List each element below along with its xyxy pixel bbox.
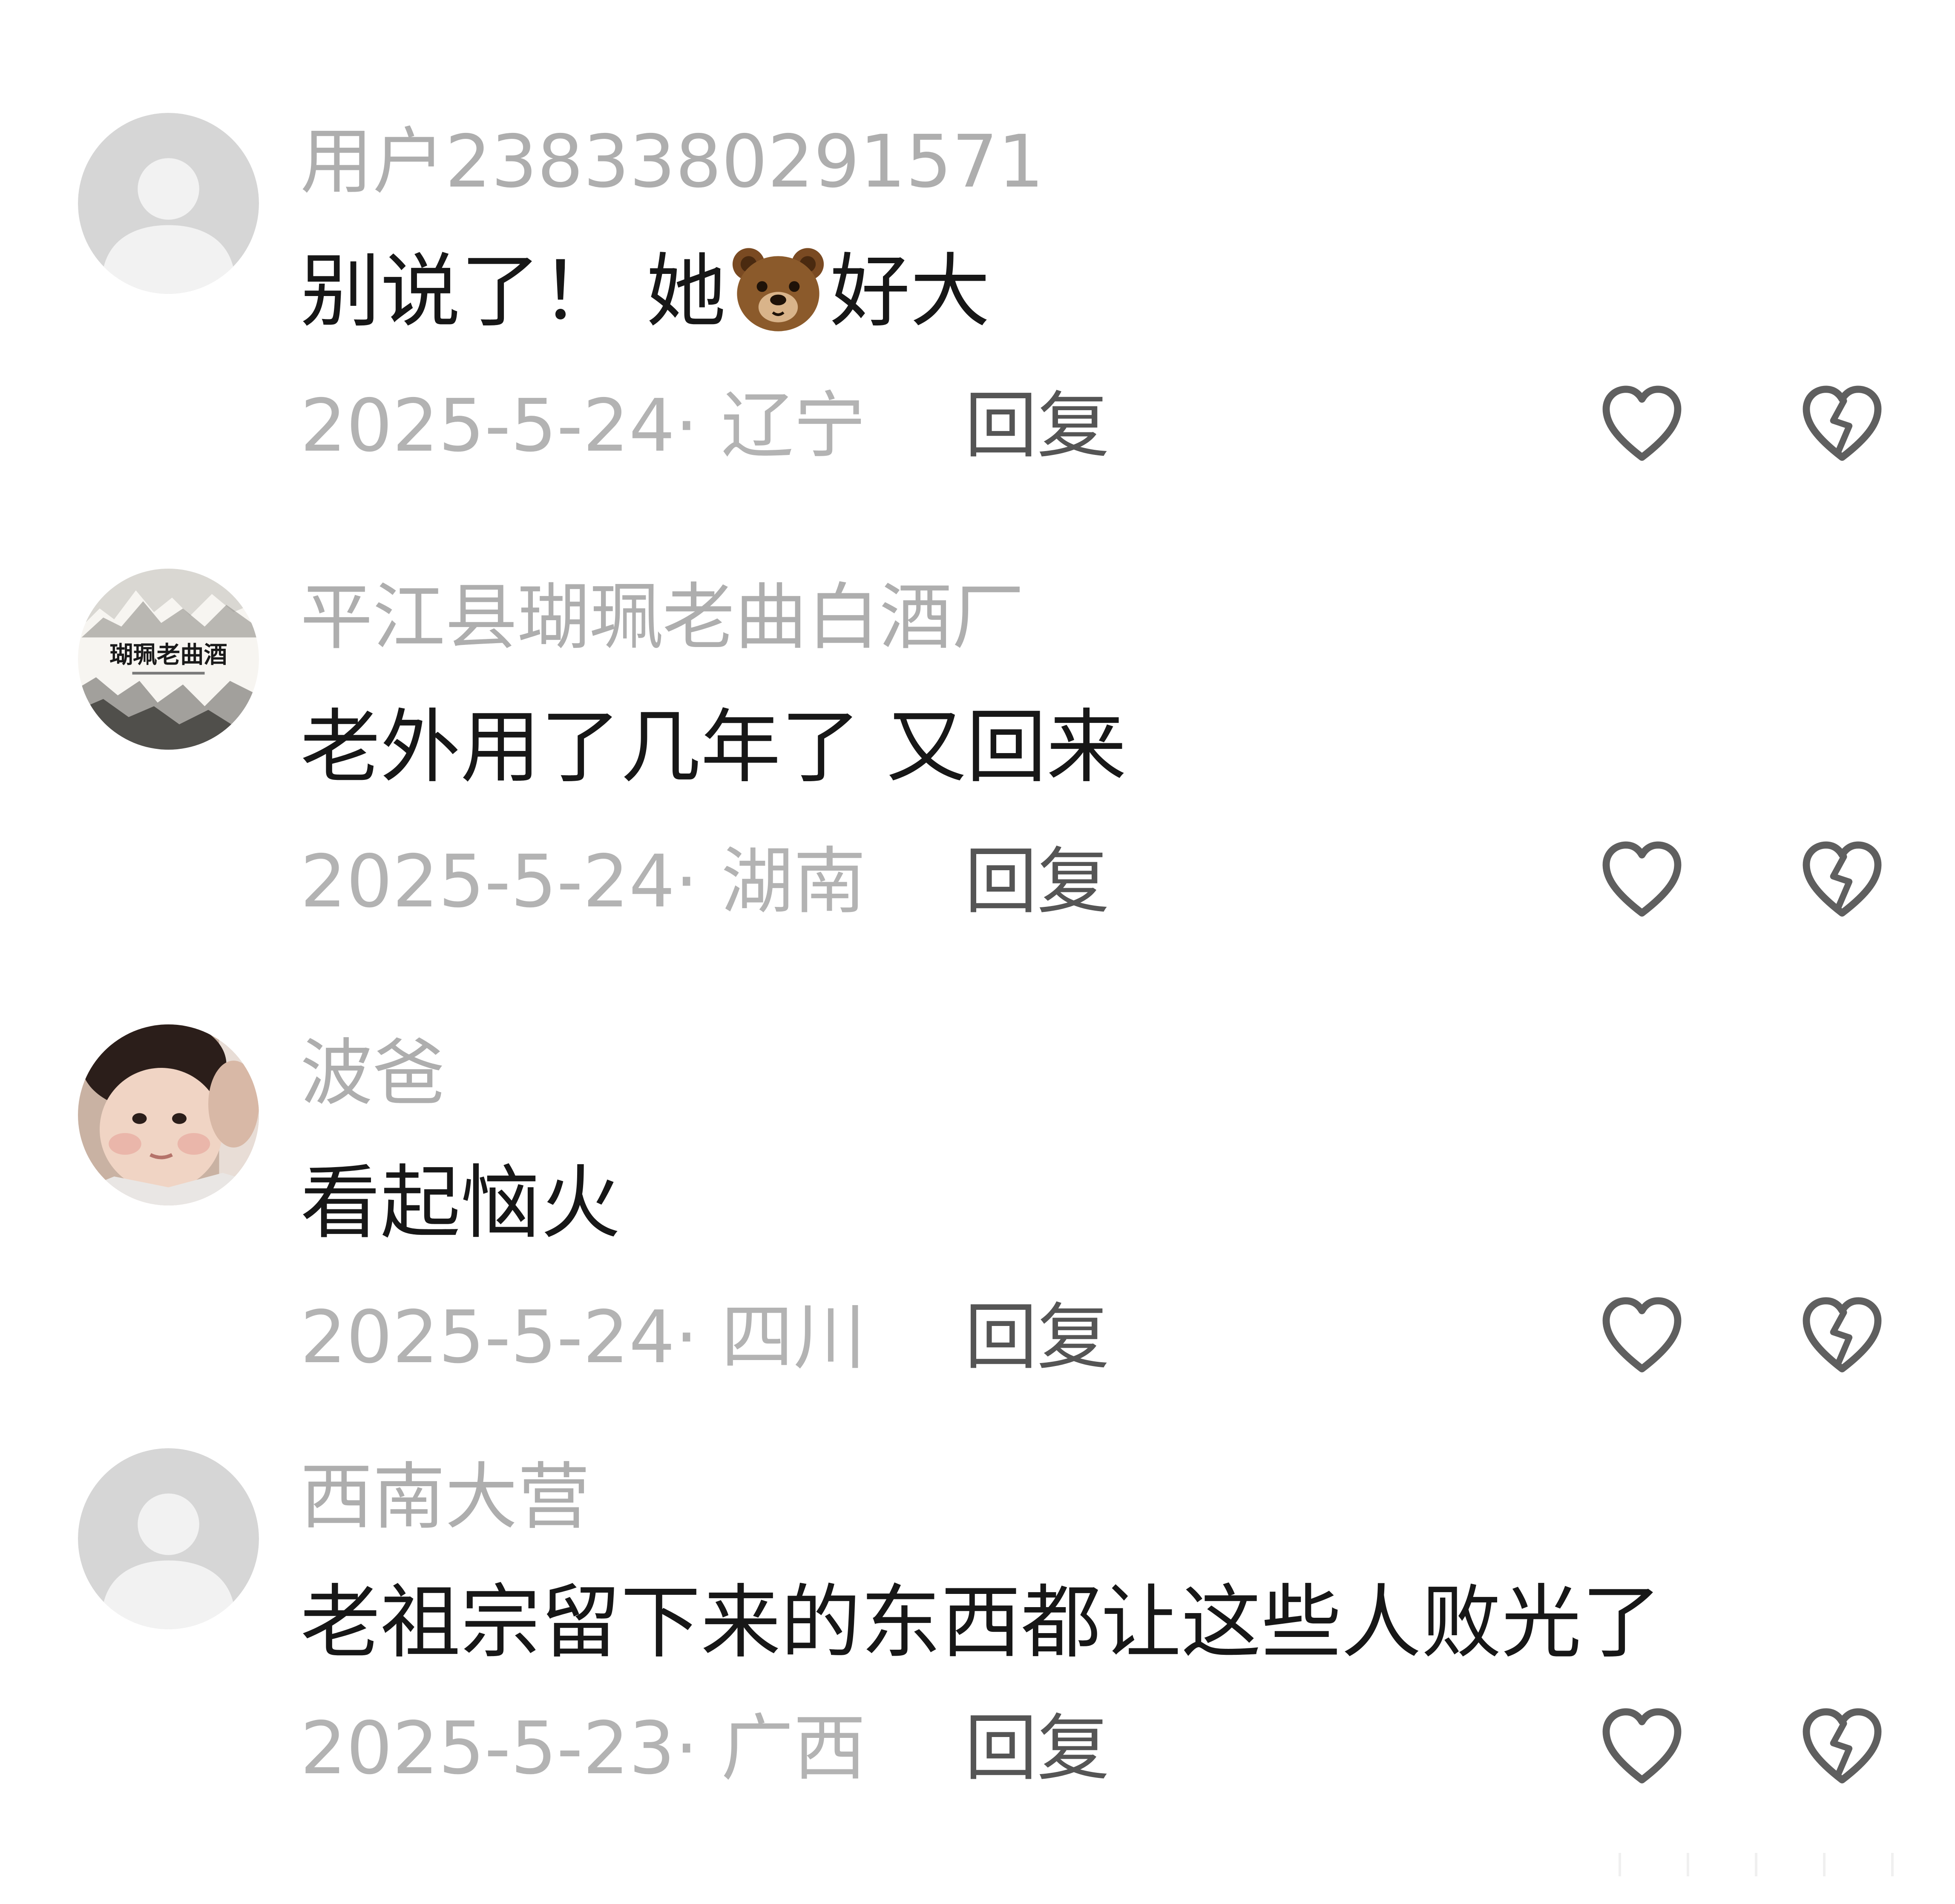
comment-item: 西南大营 老祖宗留下来的东西都让这些人败光了 2025-5-23· 广西 回复 [0,1448,1955,1904]
default-avatar[interactable] [78,113,259,294]
heart-icon [1602,385,1682,461]
like-button[interactable] [1597,1704,1687,1793]
heart-icon [1602,1708,1682,1783]
comment-text-part: 别说了！ 她 [300,245,726,338]
comment-item: 波爸 看起恼火 2025-5-24· 四川 回复 [0,1024,1955,1480]
reply-button[interactable]: 回复 [965,381,1110,471]
like-button[interactable] [1597,837,1687,926]
comment-text-part: 好大 [830,245,990,338]
comment-text: 老祖宗留下来的东西都让这些人败光了 [300,1576,1662,1669]
broken-heart-icon [1803,1297,1882,1372]
comment-item: 用户2383380291571 别说了！ 她 好大 2025-5-24· 辽宁 … [0,113,1955,569]
heart-icon [1602,1297,1682,1372]
username[interactable]: 平江县瑚珮老曲白酒厂 [300,573,1024,662]
username[interactable]: 波爸 [300,1029,445,1118]
shop-logo-avatar[interactable]: 瑚珮老曲酒 [78,569,259,750]
broken-heart-icon [1803,1708,1882,1783]
heart-icon [1602,841,1682,917]
ink-landscape-logo: 瑚珮老曲酒 [78,569,259,750]
reply-button[interactable]: 回复 [965,1704,1110,1793]
comment-meta: 2025-5-23· 广西 回复 [300,1704,1882,1793]
date-location: 2025-5-24· 辽宁 [300,384,866,468]
comment-meta: 2025-5-24· 辽宁 回复 [300,381,1882,471]
broken-heart-icon [1803,385,1882,461]
reply-button[interactable]: 回复 [965,837,1110,926]
comment-meta: 2025-5-24· 四川 回复 [300,1293,1882,1382]
reply-button[interactable]: 回复 [965,1293,1110,1382]
dislike-button[interactable] [1797,1293,1887,1382]
faint-bars-mark [1601,1851,1942,1876]
person-icon [78,1448,259,1629]
comment-meta: 2025-5-24· 湖南 回复 [300,837,1882,926]
default-avatar[interactable] [78,1448,259,1629]
dislike-button[interactable] [1797,381,1887,471]
date-location: 2025-5-23· 广西 [300,1706,866,1791]
dislike-button[interactable] [1797,1704,1887,1793]
comment-text: 老外用了几年了 又回来 [300,701,1127,794]
username[interactable]: 用户2383380291571 [300,117,1044,207]
username[interactable]: 西南大营 [300,1452,590,1542]
dislike-button[interactable] [1797,837,1887,926]
baby-photo [78,1024,259,1205]
like-button[interactable] [1597,381,1687,471]
avatar-text: 瑚珮老曲酒 [109,641,227,669]
bear-face-icon [729,244,828,334]
person-icon [78,113,259,294]
comment-text: 别说了！ 她 好大 [300,241,990,343]
broken-heart-icon [1803,841,1882,917]
comment-item: 瑚珮老曲酒 平江县瑚珮老曲白酒厂 老外用了几年了 又回来 2025-5-24· … [0,569,1955,1024]
comment-text: 看起恼火 [300,1156,621,1250]
like-button[interactable] [1597,1293,1687,1382]
bottom-watermark [1601,1849,1942,1878]
photo-avatar[interactable] [78,1024,259,1205]
date-location: 2025-5-24· 四川 [300,1295,866,1380]
date-location: 2025-5-24· 湖南 [300,840,866,924]
